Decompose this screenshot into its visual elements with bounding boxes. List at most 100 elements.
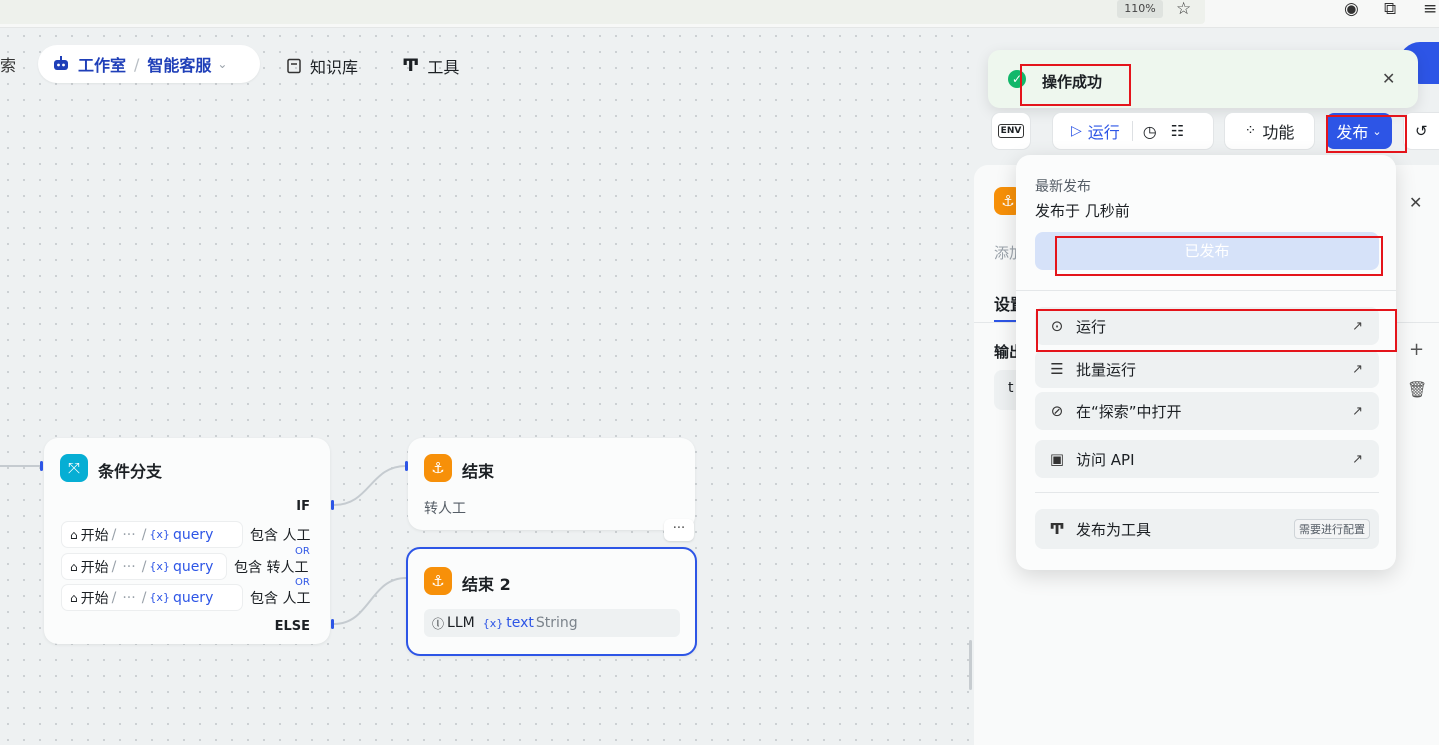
- condition-source: 开始: [80, 559, 109, 576]
- path-slash: /: [111, 589, 117, 606]
- condition-variable: query: [172, 526, 214, 543]
- condition-row[interactable]: ⌂ 开始 / ··· / {x} query 包含 人工: [62, 521, 310, 548]
- input-port[interactable]: [40, 461, 43, 471]
- tool-icon: Ͳ: [1049, 520, 1065, 538]
- trash-icon[interactable]: 🗑: [1407, 380, 1427, 399]
- toast-close-icon[interactable]: ✕: [1382, 69, 1395, 88]
- divider: [1016, 290, 1396, 291]
- menu-icon[interactable]: ≡: [1423, 0, 1437, 19]
- menu-item-batch-run[interactable]: ☰ 批量运行 ↗: [1035, 350, 1379, 388]
- env-button[interactable]: ENV: [992, 113, 1030, 149]
- grid-icon: ⁘: [1244, 123, 1257, 139]
- llm-icon: ⓛ: [432, 616, 445, 631]
- condition-row[interactable]: ⌂ 开始 / ··· / {x} query 包含 转人工: [62, 553, 308, 580]
- end-node-output-text: 转人工: [424, 501, 466, 517]
- run-toolbar: ▷ 运行 ◷ ☷: [1053, 113, 1213, 149]
- end-node-title: 结束: [462, 462, 495, 481]
- home-icon: ⌂: [70, 559, 78, 574]
- path-slash: /: [141, 526, 147, 543]
- else-port[interactable]: [331, 619, 334, 629]
- edge-else-to-end2: [333, 577, 407, 625]
- path-slash: /: [141, 589, 147, 606]
- panel-resize-handle[interactable]: [969, 640, 972, 690]
- menu-item-label: 发布为工具: [1076, 520, 1152, 539]
- condition-operator: 包含 人工: [250, 590, 311, 607]
- batch-run-icon: ☰: [1050, 360, 1064, 378]
- condition-variable: query: [172, 558, 214, 575]
- condition-variable-chip[interactable]: ⌂ 开始 / ··· / {x} query: [62, 585, 242, 610]
- publish-dropdown: 最新发布 发布于 几秒前 已发布 ⊙ 运行 ↗ ☰ 批量运行 ↗ ⊘ 在“探索”…: [1016, 155, 1396, 570]
- external-link-icon: ↗: [1352, 451, 1363, 467]
- menu-item-label: 在“探索”中打开: [1076, 402, 1182, 421]
- play-icon[interactable]: ▷: [1071, 123, 1082, 139]
- menu-item-publish-as-tool[interactable]: Ͳ 发布为工具 需要进行配置: [1035, 509, 1379, 549]
- if-port[interactable]: [331, 500, 334, 510]
- features-label: 功能: [1262, 123, 1295, 142]
- end-input-port[interactable]: [405, 461, 408, 471]
- condition-operator: 包含 人工: [250, 527, 311, 544]
- condition-node-title: 条件分支: [98, 462, 163, 481]
- path-ellipsis: ···: [122, 558, 136, 575]
- output-type: String: [535, 615, 578, 631]
- node-more-button[interactable]: ···: [664, 519, 694, 541]
- home-icon: ⌂: [70, 590, 78, 605]
- path-slash: /: [111, 558, 117, 575]
- menu-item-api[interactable]: ▣ 访问 API ↗: [1035, 440, 1379, 478]
- compass-icon: ⊘: [1050, 402, 1064, 420]
- run-button[interactable]: 运行: [1088, 119, 1120, 143]
- home-icon: ⌂: [70, 527, 78, 542]
- features-button[interactable]: ⁘ 功能: [1225, 113, 1314, 149]
- highlight-publish: [1326, 115, 1407, 153]
- else-label: ELSE: [274, 619, 310, 634]
- terminal-icon: ▣: [1049, 450, 1065, 468]
- extensions-icon[interactable]: ⧉: [1384, 0, 1396, 19]
- highlight-toast: [1020, 64, 1131, 106]
- checklist-icon[interactable]: ☷: [1171, 122, 1184, 140]
- divider: [1131, 121, 1133, 141]
- condition-variable-chip[interactable]: ⌂ 开始 / ··· / {x} query: [62, 554, 226, 579]
- if-label: IF: [296, 499, 310, 514]
- close-icon[interactable]: ✕: [1409, 193, 1422, 212]
- external-link-icon: ↗: [1352, 403, 1363, 419]
- history-icon: ↺: [1415, 122, 1428, 140]
- end-flag-icon: ⚓: [424, 567, 452, 595]
- condition-operator: 包含 转人工: [234, 559, 309, 576]
- end-flag-icon: ⚓: [424, 454, 452, 482]
- condition-row[interactable]: ⌂ 开始 / ··· / {x} query 包含 人工: [62, 584, 310, 611]
- path-ellipsis: ···: [122, 589, 136, 606]
- branch-icon: ⤧: [60, 454, 88, 482]
- menu-item-open-explore[interactable]: ⊘ 在“探索”中打开 ↗: [1035, 392, 1379, 430]
- path-ellipsis: ···: [122, 526, 136, 543]
- variable-icon: {x}: [149, 528, 170, 541]
- version-history-button[interactable]: ↺: [1404, 113, 1439, 149]
- condition-variable-chip[interactable]: ⌂ 开始 / ··· / {x} query: [62, 522, 242, 547]
- highlight-published: [1055, 236, 1383, 276]
- latest-publish-label: 最新发布: [1035, 179, 1091, 195]
- path-slash: /: [141, 558, 147, 575]
- menu-item-label: 访问 API: [1076, 450, 1135, 469]
- history-clock-icon[interactable]: ◷: [1143, 122, 1157, 141]
- zoom-level[interactable]: 110%: [1117, 0, 1163, 18]
- end-node-2-title: 结束 2: [462, 575, 511, 594]
- env-icon: ENV: [997, 124, 1025, 138]
- condition-source: 开始: [80, 590, 109, 607]
- star-icon[interactable]: ☆: [1176, 0, 1191, 19]
- account-icon[interactable]: ◉: [1344, 0, 1359, 19]
- output-variable-chip[interactable]: ⓛ LLM {x} text String: [424, 609, 680, 637]
- end-node-2[interactable]: ⚓ 结束 2 ⓛ LLM {x} text String: [406, 547, 697, 656]
- add-icon[interactable]: +: [1409, 339, 1424, 360]
- condition-variable: query: [172, 589, 214, 606]
- condition-source: 开始: [80, 527, 109, 544]
- config-required-badge: 需要进行配置: [1294, 519, 1370, 539]
- published-time: 发布于 几秒前: [1035, 202, 1130, 220]
- output-source: LLM: [447, 615, 475, 631]
- variable-icon: {x}: [149, 591, 170, 604]
- variable-icon: {x}: [149, 560, 170, 573]
- end-node[interactable]: ⚓ 结束 转人工: [408, 438, 695, 530]
- divider: [1035, 492, 1379, 493]
- output-variable: text: [506, 615, 534, 631]
- variable-icon: {x}: [482, 616, 504, 630]
- path-slash: /: [111, 526, 117, 543]
- highlight-run: [1036, 309, 1397, 352]
- menu-item-label: 批量运行: [1076, 360, 1137, 379]
